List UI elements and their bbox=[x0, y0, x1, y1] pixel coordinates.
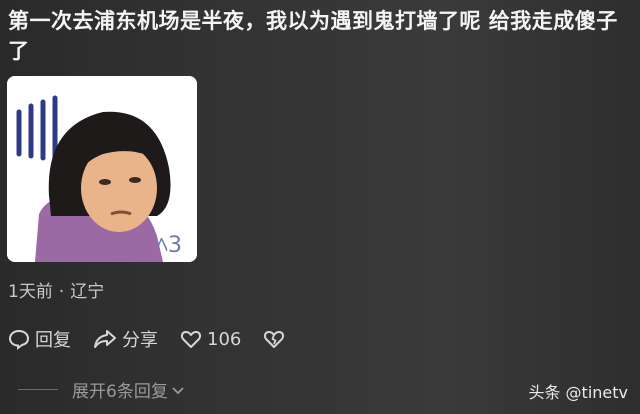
reply-button[interactable]: 回复 bbox=[8, 326, 71, 352]
meta-separator: · bbox=[58, 282, 65, 302]
broken-heart-icon bbox=[264, 330, 285, 348]
comment-meta: 1天前 · 辽宁 bbox=[8, 277, 104, 302]
like-count: 106 bbox=[207, 328, 242, 350]
expand-replies[interactable]: 展开6条回复 bbox=[8, 377, 185, 402]
frustrated-cartoon-sticker-icon: ﾍ3 bbox=[7, 76, 197, 262]
comment-text: 第一次去浦东机场是半夜，我以为遇到鬼打墙了呢 给我走成傻子了 bbox=[8, 9, 618, 63]
svg-text:ﾍ3: ﾍ3 bbox=[157, 233, 182, 258]
heart-icon bbox=[180, 330, 202, 348]
share-label: 分享 bbox=[122, 330, 158, 351]
share-icon bbox=[94, 330, 116, 348]
reply-label: 回复 bbox=[35, 330, 71, 351]
sticker-image[interactable]: ﾍ3 bbox=[7, 76, 197, 262]
comment-actions: 回复 分享 106 bbox=[8, 325, 312, 353]
like-button[interactable]: 106 bbox=[180, 328, 241, 350]
divider-line bbox=[18, 389, 58, 390]
chevron-down-icon bbox=[172, 386, 184, 394]
comment-location: 辽宁 bbox=[70, 282, 105, 302]
expand-replies-label: 展开6条回复 bbox=[72, 382, 168, 402]
comment-time: 1天前 bbox=[8, 282, 53, 302]
comment-icon bbox=[8, 329, 30, 350]
watermark: 头条 @tinetv bbox=[528, 383, 628, 402]
share-button[interactable]: 分享 bbox=[93, 326, 158, 352]
dislike-button[interactable] bbox=[263, 328, 290, 350]
